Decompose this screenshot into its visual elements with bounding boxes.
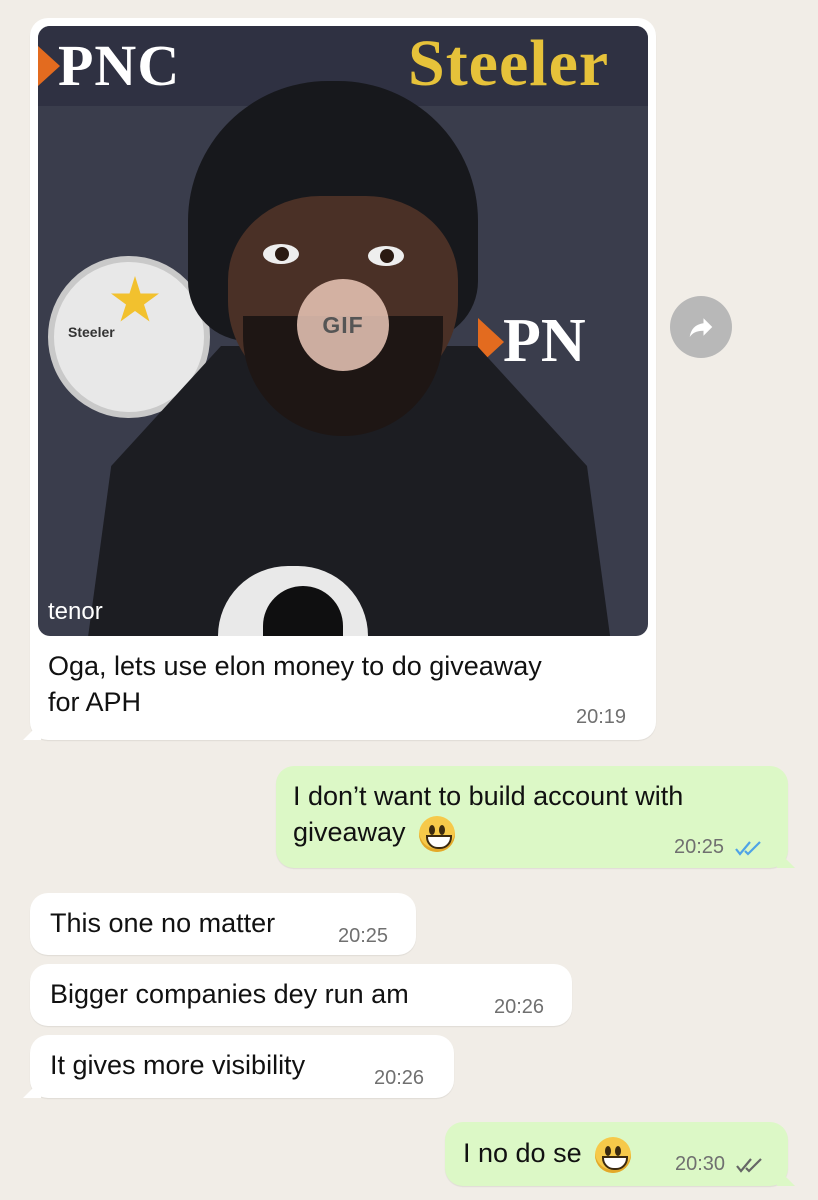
message-text: This one no matter <box>50 908 276 938</box>
message-bubble-outgoing[interactable]: I don’t want to build account with givea… <box>276 766 795 868</box>
scene-text-logo: Steeler <box>68 324 115 340</box>
message-time: 20:26 <box>494 996 545 1018</box>
message-time: 20:30 <box>675 1153 765 1176</box>
bubble-tail <box>777 850 795 868</box>
message-text: It gives more visibility <box>50 1050 306 1080</box>
person-eye-left <box>263 244 299 264</box>
message-time: 20:25 <box>338 925 389 947</box>
message-text-line: for APH <box>48 687 142 717</box>
bubble-tail <box>23 1080 41 1098</box>
message-text-line: Oga, lets use elon money to do giveaway <box>48 651 542 681</box>
person-eye-right <box>368 246 404 266</box>
message-bubble-incoming[interactable]: It gives more visibility 20:26 <box>23 1035 454 1098</box>
double-check-icon <box>735 1157 762 1173</box>
message-text-line: I don’t want to build account with <box>293 781 684 811</box>
message-bubble-incoming[interactable]: Bigger companies dey run am 20:26 <box>30 964 572 1026</box>
message-text: I no do se <box>463 1135 632 1173</box>
gif-media[interactable]: PNC Steeler Steeler PN tenor GIF <box>38 26 648 636</box>
bubble-tail <box>23 722 41 740</box>
message-time-text: 20:25 <box>674 836 725 858</box>
forward-arrow-icon <box>689 318 713 337</box>
message-time: 20:19 <box>576 706 627 728</box>
tenor-watermark: tenor <box>48 598 103 625</box>
message-bubble-gif[interactable]: PNC Steeler Steeler PN tenor GIF Oga, le… <box>23 18 656 740</box>
message-bubble-outgoing[interactable]: I no do se 20:30 <box>445 1122 795 1186</box>
message-bubble-incoming[interactable]: This one no matter 20:25 <box>30 893 416 955</box>
gif-play-badge[interactable]: GIF <box>297 279 389 371</box>
grinning-face-icon <box>419 815 456 852</box>
forward-button[interactable] <box>670 296 732 358</box>
scene-text-steelers: Steeler <box>408 27 610 100</box>
double-check-icon <box>734 840 761 856</box>
scene-text-pnc-right: PN <box>503 307 586 375</box>
message-text: Bigger companies dey run am <box>50 979 409 1009</box>
message-text: Oga, lets use elon money to do giveaway … <box>48 648 648 720</box>
bubble-tail <box>777 1168 795 1186</box>
message-text-word: giveaway <box>293 817 406 847</box>
chat-view: PNC Steeler Steeler PN tenor GIF Oga, le… <box>0 0 818 1200</box>
scene-text-pnc: PNC <box>58 33 181 98</box>
message-time: 20:26 <box>374 1067 425 1089</box>
grinning-face-icon <box>595 1136 632 1173</box>
message-text-word: I no do se <box>463 1138 582 1168</box>
message-time-text: 20:30 <box>675 1153 726 1175</box>
message-time: 20:25 <box>674 836 764 859</box>
